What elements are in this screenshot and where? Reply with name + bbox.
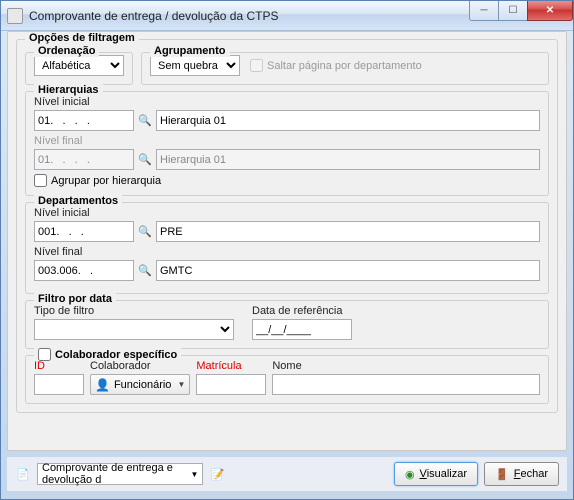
colaborador-checkbox[interactable] bbox=[38, 348, 51, 361]
colaborador-legend: Colaborador específico bbox=[34, 348, 181, 361]
hier-inicial-row: 🔍 bbox=[34, 110, 540, 131]
agrupar-hier-row: Agrupar por hierarquia bbox=[34, 174, 540, 187]
agrupamento-group: Agrupamento Sem quebra Saltar página por… bbox=[141, 52, 549, 85]
search-icon[interactable]: 🔍 bbox=[138, 225, 152, 239]
hier-final-name bbox=[156, 149, 540, 170]
ordenacao-select[interactable]: Alfabética bbox=[34, 55, 124, 76]
matricula-label: Matrícula bbox=[196, 360, 266, 372]
fechar-label: echar bbox=[520, 468, 548, 480]
maximize-button[interactable]: ☐ bbox=[498, 1, 528, 21]
edit-icon[interactable]: 📝 bbox=[209, 466, 225, 482]
dep-final-code[interactable] bbox=[34, 260, 134, 281]
dep-inicial-row: 🔍 bbox=[34, 221, 540, 242]
visualizar-label: isualizar bbox=[427, 468, 467, 480]
colab-label: Colaborador bbox=[90, 360, 190, 372]
nome-input[interactable] bbox=[272, 374, 540, 395]
chevron-down-icon: ▼ bbox=[191, 470, 199, 479]
minimize-button[interactable]: ─ bbox=[469, 1, 499, 21]
door-icon: 🚪 bbox=[495, 468, 509, 481]
report-combo-value: Comprovante de entrega e devolução d bbox=[42, 462, 191, 486]
id-label: ID bbox=[34, 360, 84, 372]
agrupamento-select[interactable]: Sem quebra bbox=[150, 55, 240, 76]
id-input[interactable] bbox=[34, 374, 84, 395]
matricula-input[interactable] bbox=[196, 374, 266, 395]
hier-final-code bbox=[34, 149, 134, 170]
filtro-data-group: Filtro por data Tipo de filtro Data de r… bbox=[25, 300, 549, 349]
ordenacao-legend: Ordenação bbox=[34, 45, 99, 57]
tipo-filtro-select[interactable] bbox=[34, 319, 234, 340]
dep-inicial-code[interactable] bbox=[34, 221, 134, 242]
colaborador-combo-value: Funcionário bbox=[114, 379, 171, 391]
colaborador-legend-text: Colaborador específico bbox=[55, 349, 177, 361]
saltar-label: Saltar página por departamento bbox=[267, 60, 422, 72]
dep-inicial-name[interactable] bbox=[156, 221, 540, 242]
search-icon[interactable]: 🔍 bbox=[138, 264, 152, 278]
window-buttons: ─ ☐ ✕ bbox=[470, 1, 573, 30]
window-title: Comprovante de entrega / devolução da CT… bbox=[29, 9, 470, 23]
dep-final-name[interactable] bbox=[156, 260, 540, 281]
filter-options-legend: Opções de filtragem bbox=[25, 32, 139, 44]
report-combo[interactable]: Comprovante de entrega e devolução d ▼ bbox=[37, 463, 203, 485]
hier-inicial-label: Nível inicial bbox=[34, 96, 540, 108]
hier-final-row: 🔍 bbox=[34, 149, 540, 170]
hier-inicial-code[interactable] bbox=[34, 110, 134, 131]
departamentos-legend: Departamentos bbox=[34, 195, 122, 207]
content-panel: Opções de filtragem Ordenação Alfabética… bbox=[7, 31, 567, 451]
agrupar-hier-checkbox[interactable] bbox=[34, 174, 47, 187]
eye-icon: ◉ bbox=[405, 468, 415, 481]
filtro-data-legend: Filtro por data bbox=[34, 293, 116, 305]
fechar-button[interactable]: 🚪 Fechar bbox=[484, 462, 559, 486]
visualizar-button[interactable]: ◉ Visualizar bbox=[394, 462, 478, 486]
data-ref-label: Data de referência bbox=[252, 305, 352, 317]
hierarquias-legend: Hierarquias bbox=[34, 84, 103, 96]
search-icon[interactable]: 🔍 bbox=[138, 114, 152, 128]
data-ref-input[interactable] bbox=[252, 319, 352, 340]
dep-final-row: 🔍 bbox=[34, 260, 540, 281]
hier-inicial-name[interactable] bbox=[156, 110, 540, 131]
colaborador-group: Colaborador específico ID Colaborador 👤 … bbox=[25, 355, 549, 404]
document-icon: 📄 bbox=[15, 466, 31, 482]
dep-final-label: Nível final bbox=[34, 246, 540, 258]
ordenacao-group: Ordenação Alfabética bbox=[25, 52, 133, 85]
colaborador-combo[interactable]: 👤 Funcionário ▼ bbox=[90, 374, 190, 395]
dep-inicial-label: Nível inicial bbox=[34, 207, 540, 219]
chevron-down-icon: ▼ bbox=[177, 380, 185, 389]
agrupar-hier-label: Agrupar por hierarquia bbox=[51, 175, 161, 187]
app-icon bbox=[7, 8, 23, 24]
search-icon: 🔍 bbox=[138, 153, 152, 167]
person-icon: 👤 bbox=[95, 378, 110, 392]
footer: 📄 Comprovante de entrega e devolução d ▼… bbox=[7, 457, 567, 491]
close-button[interactable]: ✕ bbox=[527, 1, 573, 21]
hier-final-label: Nível final bbox=[34, 135, 540, 147]
filter-options-group: Opções de filtragem Ordenação Alfabética… bbox=[16, 39, 558, 413]
saltar-checkbox[interactable] bbox=[250, 59, 263, 72]
titlebar: Comprovante de entrega / devolução da CT… bbox=[1, 1, 573, 31]
tipo-filtro-label: Tipo de filtro bbox=[34, 305, 244, 317]
nome-label: Nome bbox=[272, 360, 540, 372]
hierarquias-group: Hierarquias Nível inicial 🔍 Nível final … bbox=[25, 91, 549, 196]
saltar-checkbox-row: Saltar página por departamento bbox=[250, 59, 422, 72]
departamentos-group: Departamentos Nível inicial 🔍 Nível fina… bbox=[25, 202, 549, 294]
agrupamento-legend: Agrupamento bbox=[150, 45, 230, 57]
